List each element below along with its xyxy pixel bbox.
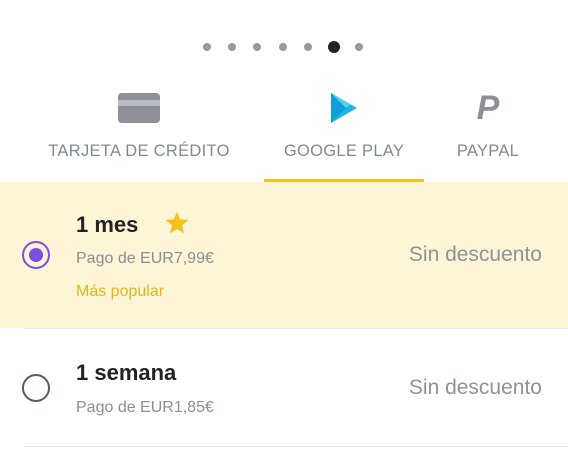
page-indicator [0,40,568,54]
star-icon [165,211,189,234]
plan-price: Pago de EUR1,85€ [76,399,214,416]
plan-discount: Sin descuento [408,243,542,266]
google-play-icon [331,93,357,123]
page-dot[interactable] [253,43,261,51]
payment-screen: TARJETA DE CRÉDITO GOOGLE PLAY P PAYPAL … [0,0,568,450]
plan-option-1-month[interactable]: 1 mes Pago de EUR7,99€ Más popular Sin d… [0,182,568,328]
radio-button[interactable] [22,374,50,402]
page-dot[interactable] [228,43,236,51]
divider [24,328,568,329]
tab-credit-card-label: TARJETA DE CRÉDITO [48,142,230,160]
payment-method-tabs: TARJETA DE CRÉDITO GOOGLE PLAY P PAYPAL [0,80,568,182]
plan-price: Pago de EUR7,99€ [76,250,214,267]
plan-title: 1 mes [76,212,139,237]
tab-credit-card[interactable]: TARJETA DE CRÉDITO [30,80,248,182]
page-dot[interactable] [203,43,211,51]
divider [24,446,568,447]
plan-option-1-week[interactable]: 1 semana Pago de EUR1,85€ Sin descuento [0,330,568,446]
popular-badge: Más popular [76,283,165,300]
tab-paypal-label: PAYPAL [456,142,520,160]
tab-google-play[interactable]: GOOGLE PLAY [264,80,424,182]
plan-title: 1 semana [76,360,177,385]
paypal-icon: P [476,89,500,127]
page-dot[interactable] [304,43,312,51]
radio-button-selected[interactable] [22,241,50,269]
credit-card-icon [118,93,160,123]
tab-google-play-label: GOOGLE PLAY [283,142,405,160]
plan-discount: Sin descuento [408,376,542,399]
tab-paypal[interactable]: P PAYPAL [440,80,536,182]
page-dot[interactable] [279,43,287,51]
page-dot-active[interactable] [328,41,340,53]
page-dot[interactable] [355,43,363,51]
